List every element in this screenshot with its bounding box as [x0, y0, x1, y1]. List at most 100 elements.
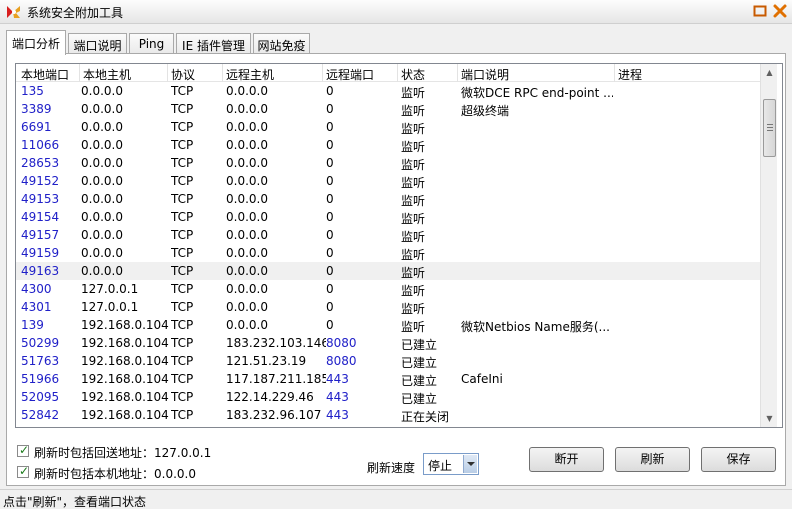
- local-port-cell: 6691: [21, 120, 52, 134]
- table-row[interactable]: 139 192.168.0.104 TCP 0.0.0.0 0 监听 微软Netbios N…: [16, 316, 760, 334]
- include-local-label: 刷新时包括本机地址：0.0.0.0: [34, 467, 196, 481]
- disconnect-button[interactable]: 断开: [529, 447, 604, 472]
- table-row[interactable]: 286530.0.0.0TCP0.0.0.00监听C:\Program File…: [16, 154, 760, 172]
- column-header-local-port[interactable]: 本地端口: [21, 66, 69, 83]
- remote-port-cell: 0: [326, 282, 334, 296]
- table-row[interactable]: 51966 192.168.0.104 TCP 117.187.211.185 443 已…: [16, 370, 760, 388]
- scroll-down-arrow-icon[interactable]: ▼: [761, 410, 778, 427]
- scroll-up-arrow-icon[interactable]: ▲: [761, 64, 778, 81]
- state-cell: 监听: [401, 302, 426, 316]
- title-bar: 系统安全附加工具: [0, 0, 792, 24]
- column-header-state[interactable]: 状态: [401, 66, 425, 83]
- column-header-process[interactable]: 进程: [618, 66, 642, 83]
- table-row[interactable]: 66910.0.0.0TCP0.0.0.00监听C:\Program Files…: [16, 118, 760, 136]
- local-host-cell: 192.168.0.104: [81, 372, 169, 386]
- local-host-cell: 0.0.0.0: [81, 246, 123, 260]
- table-row[interactable]: 4300127.0.0.1TCP0.0.0.00监听C:\Program Fil…: [16, 280, 760, 298]
- table-row[interactable]: 491570.0.0.0TCP0.0.0.00监听System: [16, 226, 760, 244]
- check-mark-icon: ✓: [19, 443, 30, 457]
- local-host-cell: 192.168.0.104: [81, 336, 169, 350]
- remote-host-cell: 183.232.103.146: [226, 336, 326, 350]
- table-row[interactable]: 52095 192.168.0.104 TCP 122.14.229.46 443 已建立…: [16, 388, 760, 406]
- column-divider: [322, 64, 323, 82]
- checkbox-box[interactable]: ✓: [17, 464, 30, 478]
- tab-port-analysis[interactable]: 端口分析: [6, 30, 66, 55]
- column-header-port-desc[interactable]: 端口说明: [461, 66, 509, 83]
- table-row[interactable]: 4301127.0.0.1TCP0.0.0.00监听C:\Program Fil…: [16, 298, 760, 316]
- port-list[interactable]: 本地端口 本地主机 协议 远程主机 远程端口 状态 端口说明 进程 135 0.0…: [15, 63, 783, 428]
- remote-port-cell: 0: [326, 138, 334, 152]
- protocol-cell: TCP: [171, 84, 194, 98]
- local-port-cell: 52095: [21, 390, 60, 404]
- maximize-icon[interactable]: [752, 3, 768, 19]
- table-row[interactable]: 491520.0.0.0TCP0.0.0.00监听System: [16, 172, 760, 190]
- local-port-cell: 135: [21, 84, 44, 98]
- tab-port-description[interactable]: 端口说明: [68, 33, 127, 54]
- app-logo-icon: [7, 6, 20, 18]
- local-host-cell: 192.168.0.104: [81, 408, 169, 422]
- column-header-local-host[interactable]: 本地主机: [83, 66, 131, 83]
- tab-ping[interactable]: Ping: [129, 33, 174, 54]
- scroll-thumb[interactable]: [763, 99, 776, 157]
- tab-site-immunity[interactable]: 网站免疫: [253, 33, 310, 54]
- protocol-cell: TCP: [171, 264, 194, 278]
- table-row[interactable]: 33890.0.0.0TCP0.0.0.00监听超级终端System: [16, 100, 760, 118]
- protocol-cell: TCP: [171, 174, 194, 188]
- table-row[interactable]: 135 0.0.0.0 TCP 0.0.0.0 0 监听 微软DCE RPC end-poi…: [16, 82, 760, 100]
- state-cell: 监听: [401, 176, 426, 190]
- remote-host-cell: 0.0.0.0: [226, 246, 268, 260]
- state-cell: 监听: [401, 320, 426, 334]
- port-desc-cell: CafeIni: [461, 372, 503, 386]
- local-host-cell: 192.168.0.104: [81, 354, 169, 368]
- table-row[interactable]: 50299 192.168.0.104 TCP 183.232.103.146 8080…: [16, 334, 760, 352]
- local-port-cell: 50299: [21, 336, 60, 350]
- column-header-protocol[interactable]: 协议: [171, 66, 195, 83]
- table-row[interactable]: 491530.0.0.0TCP0.0.0.00监听System: [16, 190, 760, 208]
- remote-port-cell: 443: [326, 372, 349, 386]
- column-divider: [614, 64, 615, 82]
- vertical-scrollbar[interactable]: ▲ ▼: [760, 64, 777, 427]
- state-cell: 监听: [401, 230, 426, 244]
- state-cell: 正在关闭: [401, 410, 450, 424]
- table-row[interactable]: 52842 192.168.0.104 TCP 183.232.96.107 443 正在…: [16, 406, 760, 424]
- include-local-checkbox[interactable]: ✓ 刷新时包括本机地址：0.0.0.0: [17, 464, 227, 481]
- remote-port-cell: 0: [326, 102, 334, 116]
- column-divider: [222, 64, 223, 82]
- local-host-cell: 0.0.0.0: [81, 102, 123, 116]
- remote-port-cell: 0: [326, 84, 334, 98]
- table-row[interactable]: 491630.0.0.0TCP0.0.0.00监听System: [16, 262, 760, 280]
- remote-port-cell: 0: [326, 210, 334, 224]
- local-host-cell: 127.0.0.1: [81, 300, 139, 314]
- checkbox-box[interactable]: ✓: [17, 443, 30, 457]
- local-port-cell: 52935: [21, 426, 83, 427]
- close-icon[interactable]: [772, 3, 788, 19]
- check-mark-icon: ✓: [19, 464, 30, 478]
- remote-port-cell: 0: [326, 246, 334, 260]
- remote-host-cell: 183.232.96.107: [226, 408, 322, 422]
- column-divider: [457, 64, 458, 82]
- list-rows: 135 0.0.0.0 TCP 0.0.0.0 0 监听 微软DCE RPC end-poi…: [16, 82, 760, 427]
- remote-host-cell: 0.0.0.0: [226, 228, 268, 242]
- remote-host-cell: 183.232.96.107: [226, 426, 326, 427]
- local-host-cell: 192.168.0.104: [81, 390, 169, 404]
- table-row[interactable]: 51763 192.168.0.104 TCP 121.51.23.19 8080 已建立…: [16, 352, 760, 370]
- column-header-remote-host[interactable]: 远程主机: [226, 66, 274, 83]
- table-row[interactable]: 491590.0.0.0TCP0.0.0.00监听System: [16, 244, 760, 262]
- refresh-speed-select[interactable]: 停止: [423, 453, 479, 475]
- save-button[interactable]: 保存: [701, 447, 776, 472]
- include-loopback-checkbox[interactable]: ✓ 刷新时包括回送地址：127.0.0.1: [17, 443, 227, 460]
- remote-host-cell: 0.0.0.0: [226, 318, 268, 332]
- local-port-cell: 52842: [21, 408, 60, 422]
- table-row[interactable]: 52935192.168.0.104TCP183.232.96.107443正在…: [16, 424, 760, 427]
- column-header-remote-port[interactable]: 远程端口: [326, 66, 374, 83]
- table-row[interactable]: 110660.0.0.0TCP0.0.0.00监听C:\Program File…: [16, 136, 760, 154]
- local-port-cell: 51763: [21, 354, 60, 368]
- tab-ie-plugin[interactable]: IE 插件管理: [176, 33, 251, 54]
- refresh-button[interactable]: 刷新: [615, 447, 690, 472]
- state-cell: 监听: [401, 248, 426, 262]
- table-row[interactable]: 491540.0.0.0TCP0.0.0.00监听System: [16, 208, 760, 226]
- chevron-down-icon[interactable]: [463, 455, 477, 473]
- state-cell: 监听: [401, 158, 426, 172]
- local-port-cell: 4300: [21, 282, 52, 296]
- local-host-cell: 0.0.0.0: [81, 192, 123, 206]
